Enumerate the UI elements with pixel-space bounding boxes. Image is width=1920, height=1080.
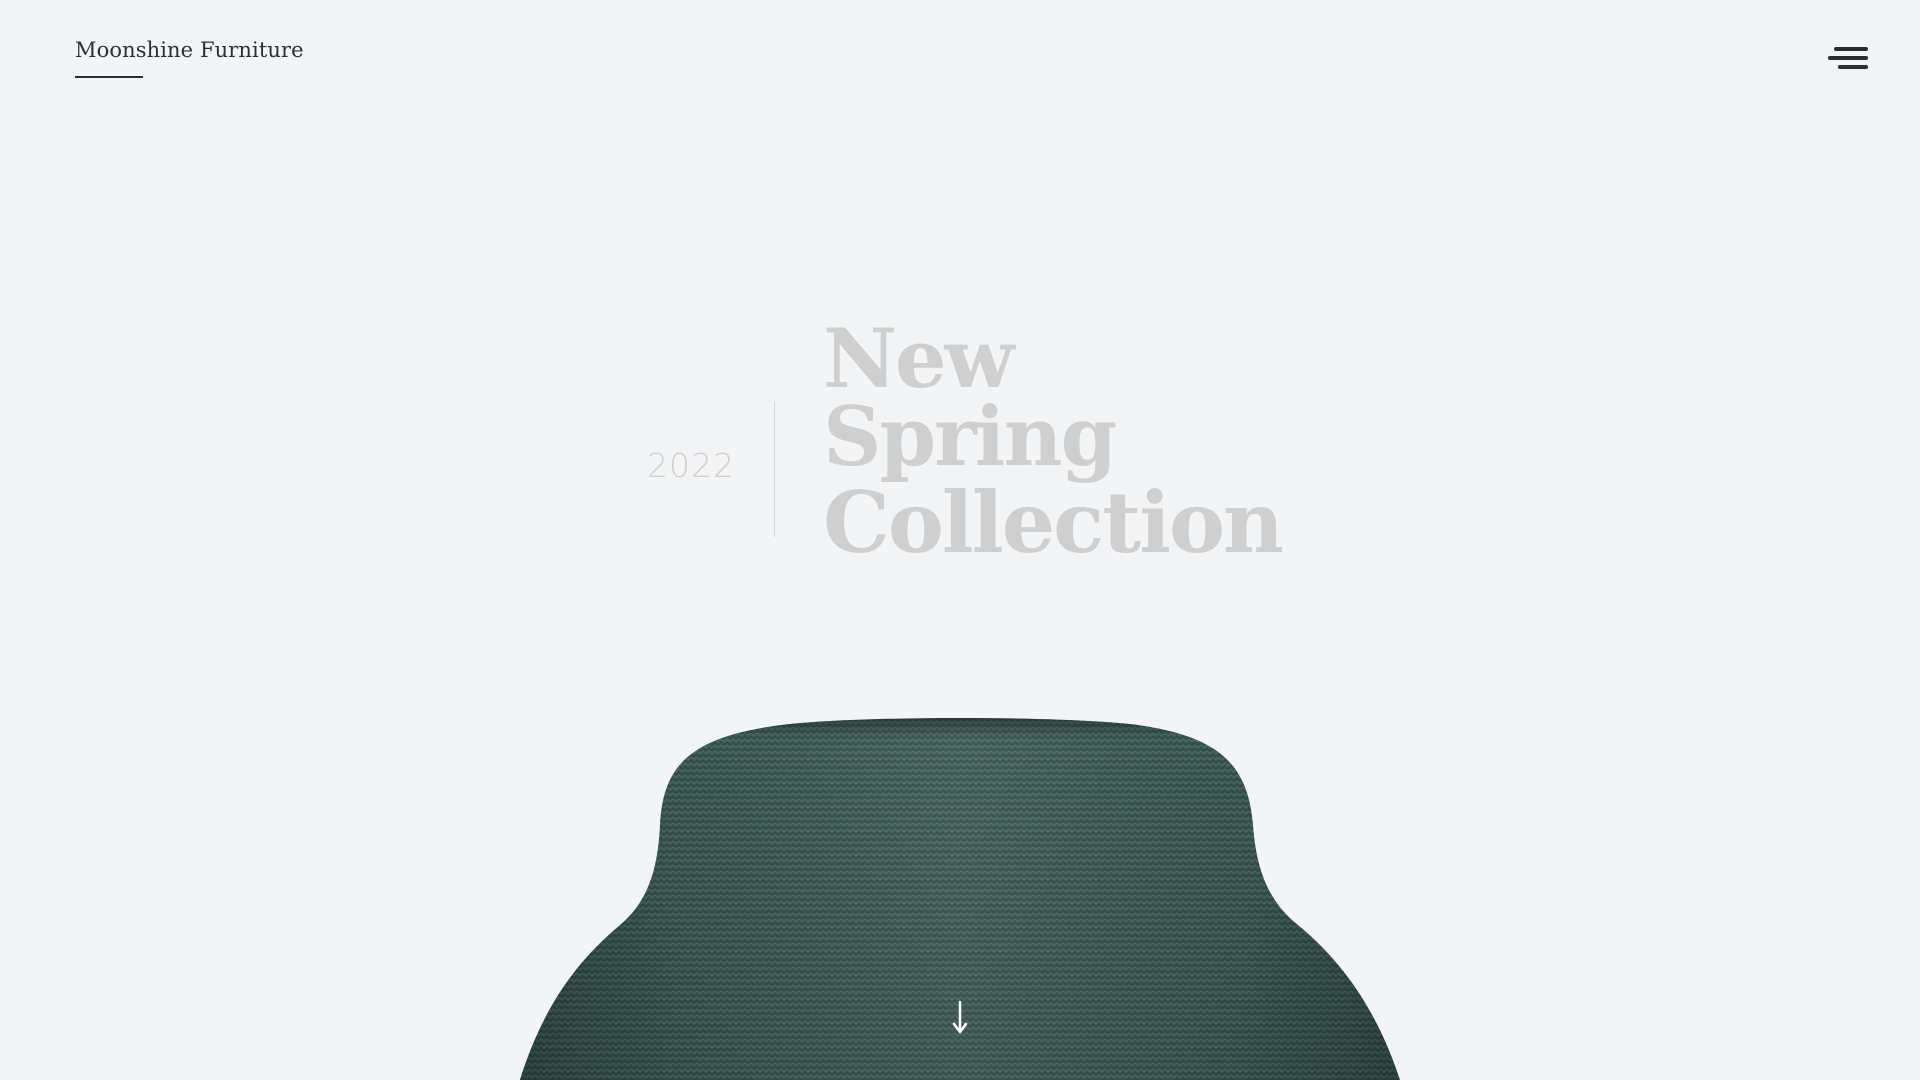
menu-line-bottom (1838, 65, 1868, 69)
headline-line-2: Spring (823, 390, 1117, 485)
headline-line-3: Collection (823, 473, 1284, 572)
headline-line-1: New (823, 312, 1014, 407)
collection-year: 2022 (647, 446, 735, 485)
vertical-divider (774, 401, 775, 537)
menu-line-top (1834, 47, 1868, 51)
hamburger-menu-icon[interactable] (1824, 44, 1868, 80)
menu-line-middle (1828, 56, 1868, 60)
brand-underline (75, 76, 143, 78)
arrow-down-icon[interactable] (952, 1000, 968, 1036)
brand-logo-link[interactable]: Moonshine Furniture (75, 38, 304, 62)
hero-headline: New Spring Collection (823, 319, 1343, 565)
page: Moonshine Furniture 2022 New Spring Coll… (0, 0, 1920, 1080)
